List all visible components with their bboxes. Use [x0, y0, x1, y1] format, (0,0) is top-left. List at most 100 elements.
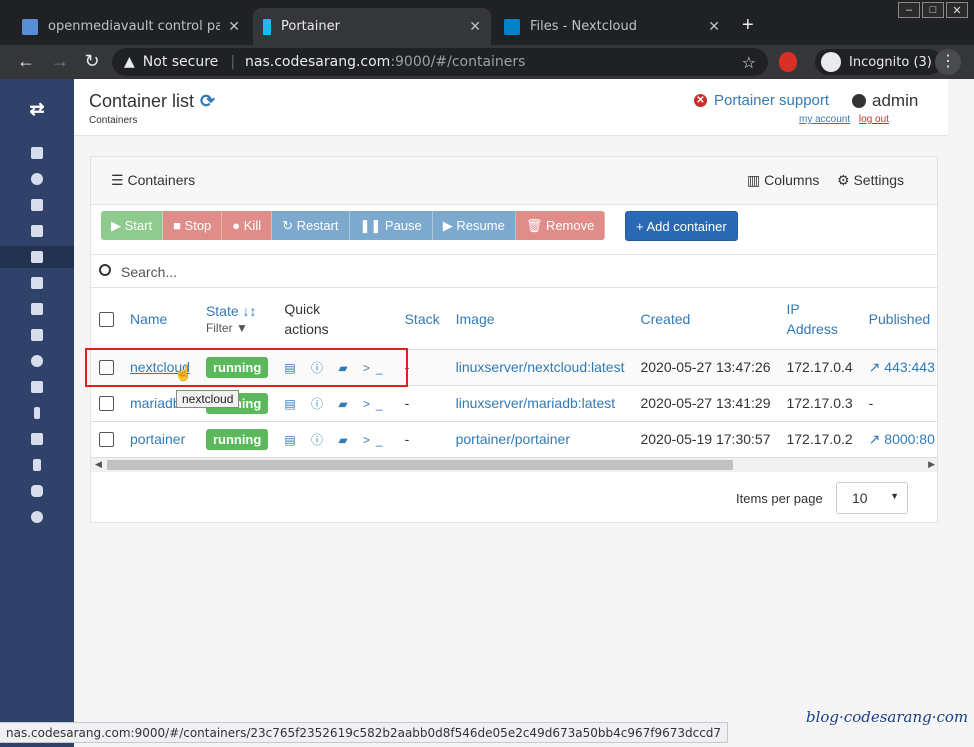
incognito-label: Incognito (3) [849, 54, 932, 70]
restart-button[interactable]: ↻ Restart [272, 211, 350, 240]
image-cell: linuxserver/nextcloud:latest [447, 349, 633, 386]
sidebar-item-extensions[interactable] [0, 402, 74, 424]
sidebar-item-events[interactable] [0, 350, 74, 372]
sidebar-item-settings[interactable] [0, 506, 74, 528]
close-icon[interactable]: ✕ [228, 19, 240, 35]
sidebar-item-volumes[interactable] [0, 324, 74, 346]
tab-label: Files - Nextcloud [530, 19, 637, 34]
scroll-left-arrow-icon[interactable]: ◀ [95, 459, 102, 470]
add-container-button[interactable]: + Add container [625, 211, 738, 241]
kill-button[interactable]: ● Kill [222, 211, 273, 240]
back-arrow-icon[interactable]: ← [14, 51, 38, 72]
support-label: Portainer support [714, 92, 830, 109]
column-created[interactable]: Created [632, 289, 779, 350]
sidebar-item-stacks[interactable] [0, 220, 74, 242]
swap-icon[interactable]: ⇄ [0, 99, 74, 120]
minimize-button[interactable]: – [898, 2, 920, 18]
sidebar-item-endpoints[interactable] [0, 454, 74, 476]
user-name: admin [852, 91, 918, 111]
sidebar-item-host[interactable] [0, 376, 74, 398]
sidebar-item-images[interactable] [0, 272, 74, 294]
horizontal-scrollbar[interactable]: ◀ ▶ [91, 458, 937, 472]
state-header-label: State ↓↕ [205, 302, 257, 319]
incognito-indicator[interactable]: Incognito (3) [815, 49, 942, 75]
ip-cell: 172.17.0.2 [778, 421, 861, 458]
sidebar-item-networks[interactable] [0, 298, 74, 320]
window-controls: – □ ✕ [898, 2, 968, 18]
dashboard-icon [31, 173, 43, 185]
page: ⇄ Container list ⟳ Containers ✕ Portainer… [0, 79, 974, 747]
sidebar-item-dashboard[interactable] [0, 168, 74, 190]
column-stack[interactable]: Stack [396, 289, 448, 350]
my-account-link[interactable]: my account [799, 114, 850, 125]
divider: | [230, 54, 236, 70]
image-link[interactable]: portainer/portainer [456, 431, 570, 447]
container-name-link[interactable]: portainer [130, 431, 185, 447]
column-published[interactable]: Published [860, 289, 937, 350]
column-image[interactable]: Image [447, 289, 633, 350]
sidebar-item-registries[interactable] [0, 480, 74, 502]
close-icon[interactable]: ✕ [469, 19, 481, 35]
select-all-checkbox[interactable] [99, 312, 114, 328]
address-bar[interactable]: ▲ Not secure | nas.codesarang.com :9000/… [112, 48, 768, 76]
portainer-support-link[interactable]: ✕ Portainer support [694, 92, 829, 109]
items-per-page-label: Items per page [736, 491, 823, 506]
row-checkbox[interactable] [99, 432, 114, 448]
column-state[interactable]: State ↓↕ Filter ▼ [197, 289, 277, 350]
published-port-link[interactable]: ↗ 443:443 [869, 359, 935, 375]
tab-portainer[interactable]: Portainer ✕ [253, 8, 491, 45]
columns-button[interactable]: ▥ Columns [747, 172, 819, 189]
sidebar-item-home[interactable] [0, 142, 74, 164]
column-name[interactable]: Name [122, 289, 198, 350]
remove-button[interactable]: 🗑 Remove [515, 211, 606, 240]
container-name-link[interactable]: mariadb [130, 395, 181, 411]
state-filter[interactable]: Filter ▼ [206, 321, 268, 335]
items-per-page-select[interactable]: 10 ▼ [836, 482, 908, 514]
url-host: nas.codesarang.com [245, 54, 391, 70]
new-tab-button[interactable]: + [742, 14, 754, 37]
published-port-link[interactable]: ↗ 8000:80 [869, 431, 935, 447]
page-title: Container list ⟳ [89, 91, 215, 112]
quick-action-icons[interactable]: ▤ ⓘ ▰ >_ [284, 397, 388, 411]
row-checkbox[interactable] [99, 396, 114, 412]
refresh-icon[interactable]: ⟳ [200, 91, 215, 111]
pause-button[interactable]: ❚❚ Pause [349, 211, 433, 240]
panel-header: ☰ Containers ▥ Columns ⚙ Settings [91, 157, 937, 205]
maximize-button[interactable]: □ [922, 2, 944, 18]
image-link[interactable]: linuxserver/nextcloud:latest [456, 359, 625, 375]
quick-actions-cell: ▤ ⓘ ▰ >_ [276, 385, 397, 422]
sidebar-item-users[interactable] [0, 428, 74, 450]
sidebar-item-containers[interactable] [0, 246, 74, 268]
start-button[interactable]: ▶ Start [101, 211, 164, 240]
reload-icon[interactable]: ↻ [80, 51, 104, 72]
incognito-icon [821, 52, 841, 72]
scroll-right-arrow-icon[interactable]: ▶ [928, 459, 935, 470]
bookmark-star-icon[interactable]: ☆ [742, 53, 756, 72]
tab-openmediavault[interactable]: openmediavault control panel - c ✕ [12, 8, 250, 45]
browser-menu-icon[interactable]: ⋮ [935, 49, 961, 75]
settings-icon [31, 511, 43, 523]
log-out-link[interactable]: log out [859, 114, 889, 125]
column-ip-address[interactable]: IP Address [778, 289, 861, 350]
forward-arrow-icon[interactable]: → [48, 51, 72, 72]
status-badge: running [205, 428, 269, 450]
resume-button[interactable]: ▶ Resume [432, 211, 516, 240]
columns-icon: ▥ [747, 172, 765, 188]
quick-action-icons[interactable]: ▤ ⓘ ▰ >_ [284, 433, 388, 447]
published-cell: ↗ 8000:80 [860, 421, 937, 458]
published-cell: - [860, 385, 937, 422]
search-input[interactable] [121, 261, 721, 283]
bolt-icon [34, 407, 40, 419]
image-link[interactable]: linuxserver/mariadb:latest [456, 395, 616, 411]
close-window-button[interactable]: ✕ [946, 2, 968, 18]
table-settings-button[interactable]: ⚙ Settings [837, 172, 904, 189]
close-icon[interactable]: ✕ [708, 19, 720, 35]
sidebar-item-app-templates[interactable] [0, 194, 74, 216]
highlight-box [85, 348, 408, 387]
breadcrumb: Containers [89, 115, 138, 126]
support-icon: ✕ [694, 94, 707, 107]
extension-icon[interactable] [779, 52, 797, 72]
tab-nextcloud[interactable]: Files - Nextcloud ✕ [494, 8, 730, 45]
scrollbar-thumb[interactable] [107, 460, 733, 470]
stop-button[interactable]: ■ Stop [163, 211, 223, 240]
